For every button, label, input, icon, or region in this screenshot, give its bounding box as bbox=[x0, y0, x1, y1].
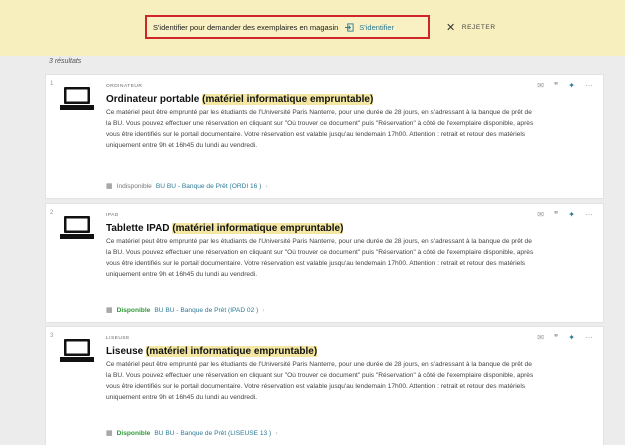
quote-icon[interactable]: ❞ bbox=[554, 81, 558, 90]
quote-icon[interactable]: ❞ bbox=[554, 333, 558, 342]
result-title[interactable]: Ordinateur portable (matériel informatiq… bbox=[106, 94, 374, 105]
pin-icon[interactable]: ✦ bbox=[568, 333, 575, 342]
availability-status: Disponible bbox=[116, 429, 151, 437]
pin-icon[interactable]: ✦ bbox=[568, 81, 575, 90]
result-title[interactable]: Tablette IPAD (matériel informatique emp… bbox=[106, 223, 344, 234]
result-actions: ✉ ❞ ✦ ··· bbox=[537, 333, 593, 342]
laptop-icon bbox=[60, 216, 94, 239]
more-icon[interactable]: ··· bbox=[585, 333, 593, 342]
availability-line[interactable]: ▦ Indisponible BU BU - Banque de Prêt (O… bbox=[106, 182, 268, 191]
availability-icon: ▦ bbox=[106, 307, 113, 314]
result-title-main: Ordinateur portable bbox=[106, 94, 200, 105]
result-title-main: Liseuse bbox=[106, 346, 144, 357]
result-type: LISEUSE bbox=[106, 336, 130, 341]
sign-in-prompt-text: S'identifier pour demander des exemplair… bbox=[153, 22, 339, 32]
result-title[interactable]: Liseuse (matériel informatique empruntab… bbox=[106, 346, 318, 357]
sign-in-icon bbox=[345, 22, 354, 32]
result-description: Ce matériel peut être emprunté par les é… bbox=[106, 109, 534, 149]
availability-status: Indisponible bbox=[116, 182, 152, 190]
laptop-icon bbox=[60, 87, 94, 110]
chevron-right-icon: › bbox=[275, 429, 278, 437]
email-icon[interactable]: ✉ bbox=[537, 333, 544, 342]
chevron-right-icon: › bbox=[265, 182, 268, 190]
availability-location: BU BU - Banque de Prêt (ORDI 16 ) bbox=[155, 182, 262, 190]
sign-in-link-label: S'identifier bbox=[359, 22, 395, 32]
availability-line[interactable]: ▦ Disponible BU BU - Banque de Prêt (LIS… bbox=[106, 429, 278, 438]
result-item[interactable]: 1 ORDINATEUR Ordinateur portable (matéri… bbox=[46, 75, 603, 198]
email-icon[interactable]: ✉ bbox=[537, 210, 544, 219]
result-actions: ✉ ❞ ✦ ··· bbox=[537, 81, 593, 90]
result-item[interactable]: 3 LISEUSE Liseuse (matériel informatique… bbox=[46, 327, 603, 445]
result-number: 3 bbox=[50, 333, 54, 339]
availability-icon: ▦ bbox=[106, 183, 113, 190]
email-icon[interactable]: ✉ bbox=[537, 81, 544, 90]
chevron-right-icon: › bbox=[262, 306, 265, 314]
result-title-main: Tablette IPAD bbox=[106, 223, 170, 234]
more-icon[interactable]: ··· bbox=[585, 210, 593, 219]
results-count: 3 résultats bbox=[49, 58, 82, 65]
pin-icon[interactable]: ✦ bbox=[568, 210, 575, 219]
availability-location: BU BU - Banque de Prêt (LISEUSE 13 ) bbox=[154, 429, 272, 437]
result-type: ORDINATEUR bbox=[106, 84, 143, 89]
sign-in-prompt-box: S'identifier pour demander des exemplair… bbox=[145, 15, 430, 39]
reject-label: REJETER bbox=[461, 24, 496, 31]
quote-icon[interactable]: ❞ bbox=[554, 210, 558, 219]
result-number: 2 bbox=[50, 210, 54, 216]
result-type: IPAD bbox=[106, 213, 119, 218]
result-description: Ce matériel peut être emprunté par les é… bbox=[106, 361, 534, 401]
result-title-paren: (matériel informatique empruntable) bbox=[202, 94, 374, 105]
result-title-paren: (matériel informatique empruntable) bbox=[172, 223, 344, 234]
result-actions: ✉ ❞ ✦ ··· bbox=[537, 210, 593, 219]
result-number: 1 bbox=[50, 81, 54, 87]
sign-in-link[interactable]: S'identifier bbox=[345, 23, 394, 32]
availability-location: BU BU - Banque de Prêt (IPAD 02 ) bbox=[154, 306, 259, 314]
more-icon[interactable]: ··· bbox=[585, 81, 593, 90]
result-description: Ce matériel peut être emprunté par les é… bbox=[106, 238, 534, 278]
availability-line[interactable]: ▦ Disponible BU BU - Banque de Prêt (IPA… bbox=[106, 306, 265, 315]
close-icon: ✕ bbox=[446, 22, 456, 34]
result-item[interactable]: 2 IPAD Tablette IPAD (matériel informati… bbox=[46, 204, 603, 322]
availability-status: Disponible bbox=[116, 306, 151, 314]
reject-button[interactable]: ✕ REJETER bbox=[446, 21, 496, 34]
result-title-paren: (matériel informatique empruntable) bbox=[146, 346, 318, 357]
sign-in-banner: S'identifier pour demander des exemplair… bbox=[0, 0, 625, 56]
availability-icon: ▦ bbox=[106, 430, 113, 437]
laptop-icon bbox=[60, 339, 94, 362]
